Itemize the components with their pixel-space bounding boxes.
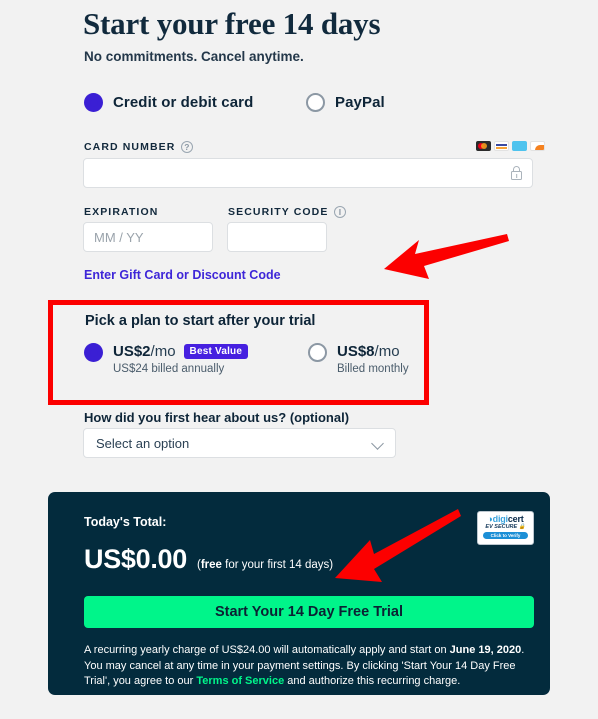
accepted-card-brands	[476, 141, 598, 151]
digicert-secure-label: EV SECURE	[485, 524, 518, 530]
plan-option-monthly[interactable]: US$8/mo Billed monthly	[308, 343, 409, 375]
digicert-brand-suffix: cert	[507, 514, 524, 524]
digicert-trust-badge[interactable]: ◑digicert EV SECURE 🔒 Click to Verify	[477, 511, 534, 545]
page-subtitle: No commitments. Cancel anytime.	[84, 49, 304, 64]
plan-option-annual[interactable]: US$2/mo Best Value US$24 billed annually	[84, 343, 249, 375]
referral-selected-value: Select an option	[96, 435, 190, 451]
checkout-page: Start your free 14 days No commitments. …	[0, 0, 598, 719]
radio-plan-monthly[interactable]	[308, 343, 327, 362]
total-amount-row: US$0.00 (free for your first 14 days)	[84, 544, 333, 575]
payment-method-label: PayPal	[335, 94, 385, 111]
fineprint-date: June 19, 2020	[449, 644, 522, 656]
plan-sub-monthly: Billed monthly	[337, 363, 409, 375]
digicert-brand: ◑digicert	[480, 514, 531, 524]
discover-icon	[530, 141, 545, 151]
digicert-secure-text: EV SECURE 🔒	[480, 524, 531, 531]
amex-icon	[512, 141, 527, 151]
plan-sub-annual: US$24 billed annually	[113, 363, 225, 375]
fineprint-part3: and authorize this recurring charge.	[284, 675, 461, 687]
plan-price-value: US$2	[113, 343, 151, 360]
referral-label: How did you first hear about us? (option…	[84, 410, 350, 425]
security-code-input[interactable]	[227, 222, 327, 252]
question-mark-icon[interactable]: ?	[181, 141, 194, 153]
payment-method-group: Credit or debit card PayPal	[84, 93, 504, 119]
plan-price-monthly: US$8/mo	[337, 343, 400, 360]
start-free-trial-button[interactable]: Start Your 14 Day Free Trial	[84, 596, 534, 628]
note-rest: for your first 14 days)	[221, 559, 334, 571]
note-free: free	[200, 559, 222, 571]
payment-method-credit-card[interactable]: Credit or debit card	[84, 93, 253, 112]
payment-method-paypal[interactable]: PayPal	[306, 93, 385, 112]
lock-icon: 🔒	[518, 524, 526, 530]
card-number-label-text: CARD NUMBER	[84, 141, 176, 153]
card-number-label: CARD NUMBER ?	[84, 141, 194, 153]
total-amount: US$0.00	[84, 544, 187, 574]
best-value-badge: Best Value	[183, 344, 249, 359]
expiration-label-text: EXPIRATION	[84, 206, 159, 218]
arrow-to-plan-box	[384, 234, 509, 279]
todays-total-label: Today's Total:	[84, 515, 167, 529]
total-note: (free for your first 14 days)	[197, 559, 333, 571]
referral-select[interactable]: Select an option	[83, 428, 396, 458]
gift-card-discount-link[interactable]: Enter Gift Card or Discount Code	[84, 268, 281, 282]
card-number-input[interactable]	[83, 158, 533, 188]
plan-heading: Pick a plan to start after your trial	[85, 313, 316, 329]
security-code-label-text: SECURITY CODE	[228, 206, 329, 218]
expiration-placeholder: MM / YY	[94, 229, 144, 245]
lock-icon	[511, 166, 522, 180]
info-icon[interactable]: i	[334, 206, 347, 218]
fineprint-part1: A recurring yearly charge of US$24.00 wi…	[84, 644, 450, 656]
payment-method-label: Credit or debit card	[113, 94, 254, 111]
plan-price-period: /mo	[150, 343, 176, 360]
mastercard-icon	[476, 141, 491, 151]
expiration-label: EXPIRATION	[84, 206, 158, 218]
page-title: Start your free 14 days	[83, 6, 381, 41]
radio-credit-card[interactable]	[84, 93, 103, 112]
visa-icon	[494, 141, 509, 151]
terms-of-service-link[interactable]: Terms of Service	[196, 675, 284, 687]
legal-fineprint: A recurring yearly charge of US$24.00 wi…	[84, 643, 534, 690]
radio-paypal[interactable]	[306, 93, 325, 112]
digicert-verify-bar[interactable]: Click to Verify	[483, 532, 528, 539]
radio-plan-annual[interactable]	[84, 343, 103, 362]
chevron-down-icon	[371, 437, 384, 450]
plan-price-value: US$8	[337, 343, 375, 360]
plan-price-period: /mo	[374, 343, 400, 360]
security-code-label: SECURITY CODE i	[228, 206, 347, 218]
expiration-input[interactable]: MM / YY	[83, 222, 213, 252]
digicert-brand-prefix: digi	[492, 514, 508, 524]
plan-price-annual: US$2/mo	[113, 343, 176, 360]
